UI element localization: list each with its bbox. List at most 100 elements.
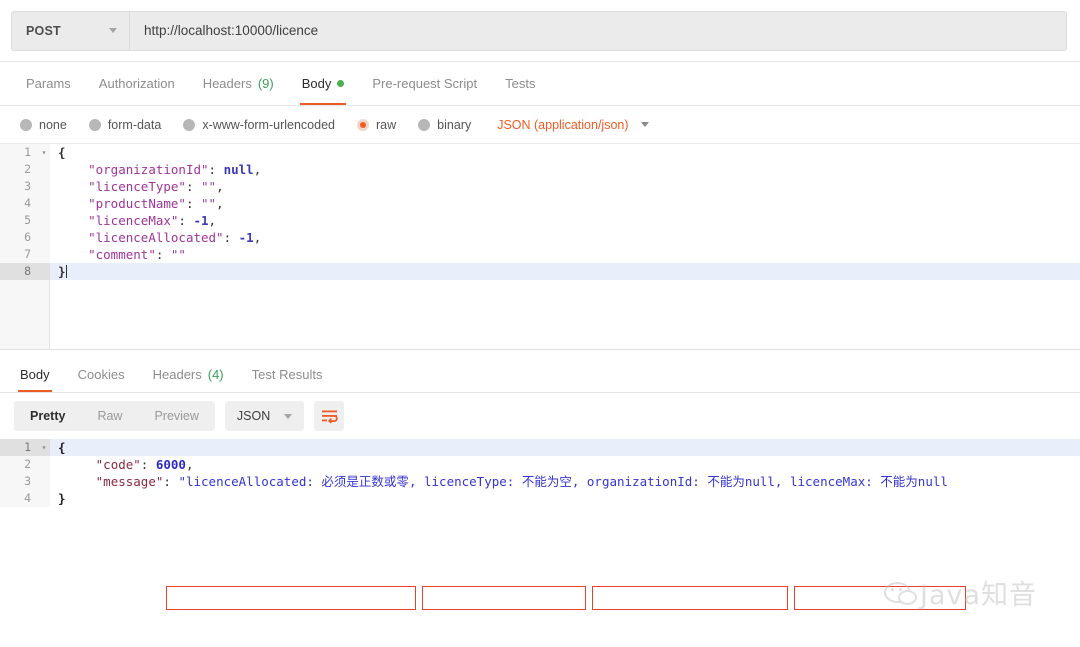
body-type-form-data[interactable]: form-data — [89, 118, 162, 132]
code-line[interactable]: 3 "licenceType": "", — [0, 178, 1080, 195]
code-line[interactable]: 3 "message": "licenceAllocated: 必须是正数或零,… — [0, 473, 1080, 490]
error-message-organization-id: organizationId: 不能为null — [587, 474, 775, 489]
response-tab-test-results[interactable]: Test Results — [238, 357, 337, 392]
body-type-label: binary — [437, 118, 471, 132]
colon: : — [209, 162, 224, 177]
radio-icon — [89, 119, 101, 131]
code-line[interactable]: 2 "organizationId": null, — [0, 161, 1080, 178]
code-text: "comment": "" — [50, 246, 186, 263]
body-type-label: raw — [376, 118, 396, 132]
tab-tests[interactable]: Tests — [491, 62, 549, 105]
code-line[interactable]: 1 ▾ { — [0, 144, 1080, 161]
code-line[interactable]: 5 "licenceMax": -1, — [0, 212, 1080, 229]
code-text: "licenceAllocated": -1, — [50, 229, 261, 246]
separator: , — [572, 474, 587, 489]
fold-toggle-icon[interactable]: ▾ — [38, 144, 50, 161]
code-text: } — [50, 263, 67, 280]
request-body-editor[interactable]: 1 ▾ { 2 "organizationId": null, 3 "licen… — [0, 144, 1080, 349]
pane-splitter[interactable] — [0, 349, 1080, 357]
comma: , — [216, 179, 224, 194]
body-type-raw[interactable]: raw — [357, 118, 396, 132]
code-line[interactable]: 2 "code": 6000, — [0, 456, 1080, 473]
url-bar: POST http://localhost:10000/licence — [0, 0, 1080, 62]
response-tab-body[interactable]: Body — [6, 357, 64, 392]
json-key: "message" — [96, 474, 164, 489]
annotation-box-licence-max — [794, 586, 966, 610]
json-key: "licenceMax" — [88, 213, 178, 228]
view-mode-raw[interactable]: Raw — [81, 401, 138, 431]
response-format-label: JSON — [237, 409, 270, 423]
tab-body[interactable]: Body — [288, 62, 359, 105]
json-value: 6000 — [156, 457, 186, 472]
body-type-none[interactable]: none — [20, 118, 67, 132]
brace: { — [58, 440, 66, 455]
json-key: "code" — [96, 457, 141, 472]
comma: , — [216, 196, 224, 211]
code-line[interactable]: 7 "comment": "" — [0, 246, 1080, 263]
url-input[interactable]: http://localhost:10000/licence — [130, 12, 1066, 50]
fold-toggle-icon — [38, 246, 50, 263]
colon: : — [163, 474, 178, 489]
fold-toggle-icon — [38, 490, 50, 507]
response-format-select[interactable]: JSON — [225, 401, 304, 431]
code-line[interactable]: 6 "licenceAllocated": -1, — [0, 229, 1080, 246]
tab-pre-request-script[interactable]: Pre-request Script — [358, 62, 491, 105]
code-line-active[interactable]: 8 } — [0, 263, 1080, 280]
comma: , — [254, 230, 262, 245]
tab-count: (9) — [258, 76, 274, 91]
annotation-box-licence-type — [422, 586, 586, 610]
watermark-text: Java知音 — [920, 582, 1037, 609]
body-type-label: form-data — [108, 118, 162, 132]
view-mode-preview[interactable]: Preview — [138, 401, 214, 431]
radio-icon — [418, 119, 430, 131]
response-tab-cookies[interactable]: Cookies — [64, 357, 139, 392]
body-modified-dot-icon — [337, 80, 344, 87]
watermark: Java知音 — [884, 582, 1037, 609]
code-text: "message": "licenceAllocated: 必须是正数或零, l… — [50, 473, 948, 490]
colon: : — [178, 213, 193, 228]
line-number: 4 — [0, 195, 38, 212]
tab-label: Tests — [505, 77, 535, 90]
code-line[interactable]: 4 "productName": "", — [0, 195, 1080, 212]
http-method-select[interactable]: POST — [12, 12, 130, 50]
response-toolbar: Pretty Raw Preview JSON — [0, 393, 1080, 439]
line-number: 3 — [0, 178, 38, 195]
json-value: -1 — [239, 230, 254, 245]
code-line-active[interactable]: 1 ▾ { — [0, 439, 1080, 456]
http-method-label: POST — [26, 24, 61, 38]
body-type-urlencoded[interactable]: x-www-form-urlencoded — [183, 118, 335, 132]
fold-toggle-icon[interactable]: ▾ — [38, 439, 50, 456]
json-value: "" — [171, 247, 186, 262]
tab-authorization[interactable]: Authorization — [85, 62, 189, 105]
tab-params[interactable]: Params — [12, 62, 85, 105]
line-number: 1 — [0, 144, 38, 161]
line-number: 1 — [0, 439, 38, 456]
code-text: "organizationId": null, — [50, 161, 261, 178]
content-type-select[interactable]: JSON (application/json) — [497, 118, 648, 132]
separator: , — [775, 474, 790, 489]
json-value: -1 — [193, 213, 208, 228]
response-tabs: Body Cookies Headers (4) Test Results — [0, 357, 1080, 393]
radio-selected-icon — [357, 119, 369, 131]
postman-window: POST http://localhost:10000/licence Para… — [0, 0, 1080, 647]
content-type-label: JSON (application/json) — [497, 118, 628, 132]
annotation-box-licence-allocated — [166, 586, 416, 610]
code-line[interactable]: 4 } — [0, 490, 1080, 507]
tab-label: Cookies — [78, 368, 125, 381]
word-wrap-button[interactable] — [314, 401, 344, 431]
response-body-editor[interactable]: 1 ▾ { 2 "code": 6000, 3 "message": "lice… — [0, 439, 1080, 507]
fold-toggle-icon — [38, 212, 50, 229]
annotation-box-organization-id — [592, 586, 788, 610]
view-mode-pretty[interactable]: Pretty — [14, 401, 81, 431]
tab-label: Params — [26, 77, 71, 90]
brace: } — [58, 264, 66, 279]
colon: : — [224, 230, 239, 245]
line-number: 5 — [0, 212, 38, 229]
line-number: 2 — [0, 456, 38, 473]
url-text: http://localhost:10000/licence — [144, 23, 318, 38]
response-tab-headers[interactable]: Headers (4) — [139, 357, 238, 392]
json-value: null — [224, 162, 254, 177]
tab-headers[interactable]: Headers (9) — [189, 62, 288, 105]
line-number: 8 — [0, 263, 38, 280]
body-type-binary[interactable]: binary — [418, 118, 471, 132]
